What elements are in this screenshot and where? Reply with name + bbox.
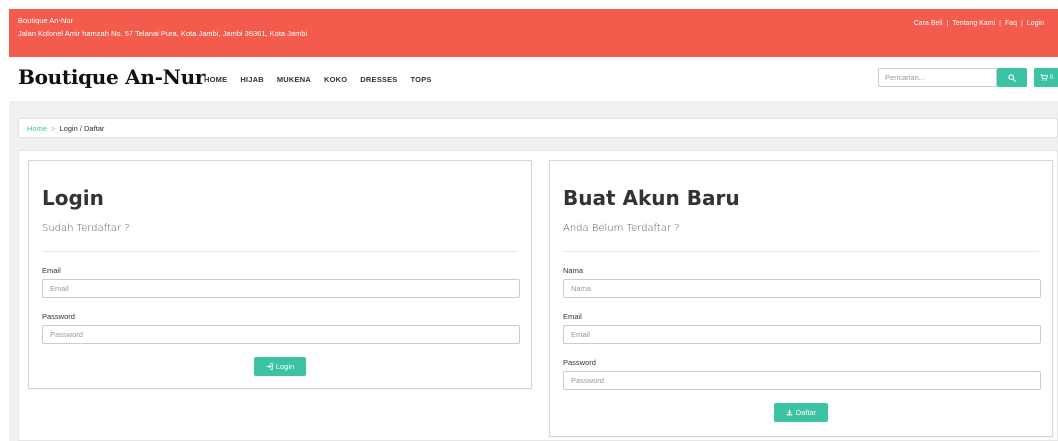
- search-button[interactable]: [997, 68, 1027, 87]
- register-email-label: Email: [563, 312, 582, 321]
- main-panel: Login Sudah Terdaftar ? Email Password L…: [18, 150, 1058, 441]
- register-password-field[interactable]: [563, 371, 1041, 390]
- login-email-field[interactable]: [42, 279, 520, 298]
- search-icon: [1008, 73, 1016, 82]
- login-password-field[interactable]: [42, 325, 520, 344]
- register-card: Buat Akun Baru Anda Belum Terdaftar ? Na…: [549, 160, 1053, 437]
- menu-item-hijab[interactable]: HIJAB: [240, 75, 264, 84]
- brand-logo[interactable]: Boutique An-Nur: [18, 65, 205, 89]
- download-icon: [786, 409, 793, 416]
- register-email-field[interactable]: [563, 325, 1041, 344]
- search-input[interactable]: [878, 68, 997, 87]
- login-button[interactable]: Login: [254, 357, 306, 376]
- login-title: Login: [42, 186, 104, 210]
- register-title: Buat Akun Baru: [563, 186, 740, 210]
- login-card: Login Sudah Terdaftar ? Email Password L…: [28, 160, 532, 389]
- menu-item-mukena[interactable]: MUKENA: [277, 75, 311, 84]
- breadcrumb-current: Login / Daftar: [59, 123, 105, 133]
- cart-icon: [1040, 74, 1048, 81]
- sign-in-icon: [266, 363, 273, 370]
- navbar: Boutique An-Nur HOME HIJAB MUKENA KOKO D…: [9, 57, 1058, 101]
- top-bar: Boutique An-Nur Jalan Kolonel Amir hamza…: [9, 9, 1058, 57]
- divider: [42, 251, 518, 252]
- register-button-label: Daftar: [795, 408, 817, 417]
- divider: [563, 251, 1039, 252]
- login-subtitle: Sudah Terdaftar ?: [42, 223, 130, 234]
- link-tentang-kami[interactable]: Tentang Kami: [952, 20, 995, 27]
- shop-address: Jalan Kolonel Amir hamzah No. 57 Telanai…: [18, 29, 308, 38]
- content-area: Home > Login / Daftar Login Sudah Terdaf…: [9, 101, 1058, 441]
- register-button[interactable]: Daftar: [774, 403, 828, 422]
- login-button-label: Login: [275, 362, 295, 371]
- link-separator: |: [1021, 20, 1023, 27]
- menu-item-koko[interactable]: KOKO: [324, 75, 347, 84]
- menu-item-home[interactable]: HOME: [204, 75, 227, 84]
- breadcrumb: Home > Login / Daftar: [18, 118, 1058, 138]
- breadcrumb-separator: >: [51, 123, 56, 133]
- shop-name: Boutique An-Nur: [18, 16, 74, 25]
- login-password-label: Password: [42, 312, 75, 321]
- link-faq[interactable]: Faq: [1005, 20, 1017, 27]
- link-separator: |: [946, 20, 949, 27]
- register-password-label: Password: [563, 358, 596, 367]
- link-separator: |: [999, 20, 1001, 27]
- top-links: Cara Beli | Tentang Kami | Faq | Login: [914, 20, 1044, 27]
- register-name-label: Nama: [563, 266, 584, 275]
- register-name-field[interactable]: [563, 279, 1041, 298]
- main-menu: HOME HIJAB MUKENA KOKO DRESSES TOPS: [204, 75, 432, 84]
- link-cara-beli[interactable]: Cara Beli: [914, 20, 943, 27]
- cart-count: 0: [1049, 74, 1054, 81]
- cart-button[interactable]: 0: [1034, 68, 1058, 87]
- register-subtitle: Anda Belum Terdaftar ?: [563, 223, 680, 234]
- link-login[interactable]: Login: [1027, 20, 1044, 27]
- menu-item-tops[interactable]: TOPS: [411, 75, 432, 84]
- login-email-label: Email: [42, 266, 61, 275]
- breadcrumb-home[interactable]: Home: [27, 124, 47, 133]
- menu-item-dresses[interactable]: DRESSES: [360, 75, 397, 84]
